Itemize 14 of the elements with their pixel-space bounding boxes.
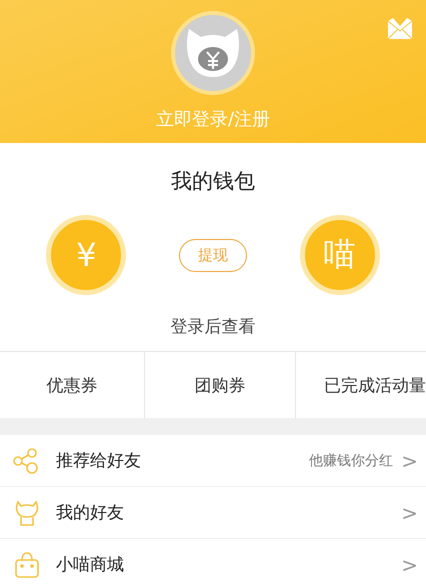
menu-item[interactable]: 推荐给好友 他赚钱你分红 > — [0, 435, 426, 487]
menu-label: 小喵商城 — [56, 554, 125, 576]
bag-icon — [12, 550, 42, 580]
chevron-icon: > — [401, 500, 418, 524]
menu-item[interactable]: 小喵商城 > — [0, 539, 426, 585]
cat-wallet-icon — [185, 27, 241, 79]
chevron-icon: > — [401, 448, 418, 472]
menu-item[interactable]: 我的好友 > — [0, 487, 426, 539]
wallet-title: 我的钱包 — [171, 168, 255, 195]
chevron-icon: > — [401, 552, 418, 576]
menu-label: 推荐给好友 — [56, 450, 142, 472]
login-hint: 登录后查看 — [170, 316, 256, 338]
menu-note: 他赚钱你分红 — [309, 452, 394, 470]
menu-label: 我的好友 — [56, 502, 125, 524]
